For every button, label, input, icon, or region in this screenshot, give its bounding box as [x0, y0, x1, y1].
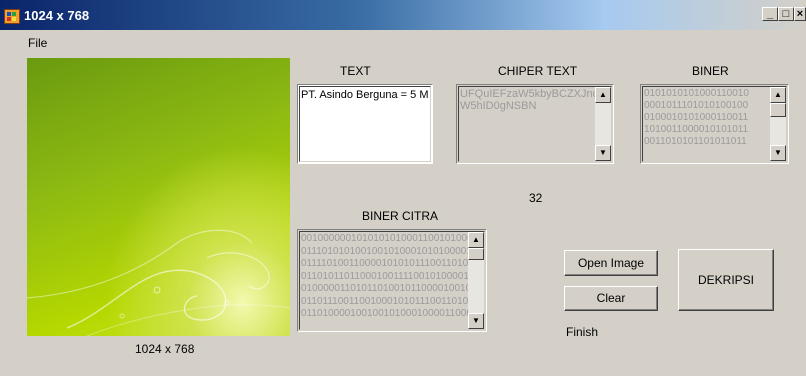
- cipher-text-value: UFQuIEFzaW5kbyBCZXJnd W5hID0gNSBN: [460, 88, 596, 112]
- menu-file[interactable]: File: [28, 36, 47, 50]
- biner-value: 0101010101000110010 0001011101010100100 01…: [644, 88, 749, 147]
- scroll-up-arrow-icon[interactable]: ▲: [468, 232, 484, 248]
- scroll-down-arrow-icon[interactable]: ▼: [595, 145, 611, 161]
- menu-bar: File: [0, 30, 806, 52]
- cipher-text-box[interactable]: UFQuIEFzaW5kbyBCZXJnd W5hID0gNSBN ▲ ▼: [456, 84, 614, 164]
- minimize-button[interactable]: _: [762, 7, 778, 21]
- status-label: Finish: [566, 325, 599, 339]
- image-size-label: 1024 x 768: [135, 342, 195, 356]
- app-icon: [4, 9, 20, 24]
- cipher-text-label: CHIPER TEXT: [498, 64, 578, 78]
- scroll-down-arrow-icon[interactable]: ▼: [468, 313, 484, 329]
- biner-scrollbar[interactable]: ▲ ▼: [770, 87, 786, 161]
- cipher-scrollbar[interactable]: ▲ ▼: [595, 87, 611, 161]
- biner-citra-value: 001000000101010101000110010100011 0111010…: [301, 233, 469, 319]
- clear-button[interactable]: Clear: [564, 286, 658, 311]
- biner-citra-box[interactable]: 001000000101010101000110010100011 0111010…: [297, 229, 487, 332]
- bit-count-label: 32: [529, 191, 543, 205]
- scroll-down-arrow-icon[interactable]: ▼: [770, 145, 786, 161]
- picture-box: [27, 58, 290, 336]
- maximize-button[interactable]: □: [778, 7, 794, 21]
- swirl-decoration: [27, 229, 290, 336]
- scroll-thumb[interactable]: [468, 248, 484, 260]
- open-image-button[interactable]: Open Image: [564, 250, 658, 276]
- text-label: TEXT: [340, 64, 371, 78]
- plain-text-input[interactable]: PT. Asindo Berguna = 5 M: [297, 84, 433, 164]
- title-bar: 1024 x 768 _ □ ×: [0, 0, 806, 30]
- biner-text-box[interactable]: 0101010101000110010 0001011101010100100 01…: [640, 84, 789, 164]
- dekripsi-button[interactable]: DEKRIPSI: [678, 249, 774, 311]
- window-title: 1024 x 768: [24, 8, 90, 23]
- scroll-thumb[interactable]: [770, 103, 786, 117]
- scroll-up-arrow-icon[interactable]: ▲: [595, 87, 611, 103]
- biner-citra-scrollbar[interactable]: ▲ ▼: [468, 232, 484, 329]
- close-button[interactable]: ×: [794, 7, 806, 21]
- scroll-up-arrow-icon[interactable]: ▲: [770, 87, 786, 103]
- biner-label: BINER: [692, 64, 729, 78]
- plain-text-value: PT. Asindo Berguna = 5 M: [301, 89, 429, 101]
- biner-citra-label: BINER CITRA: [362, 209, 439, 223]
